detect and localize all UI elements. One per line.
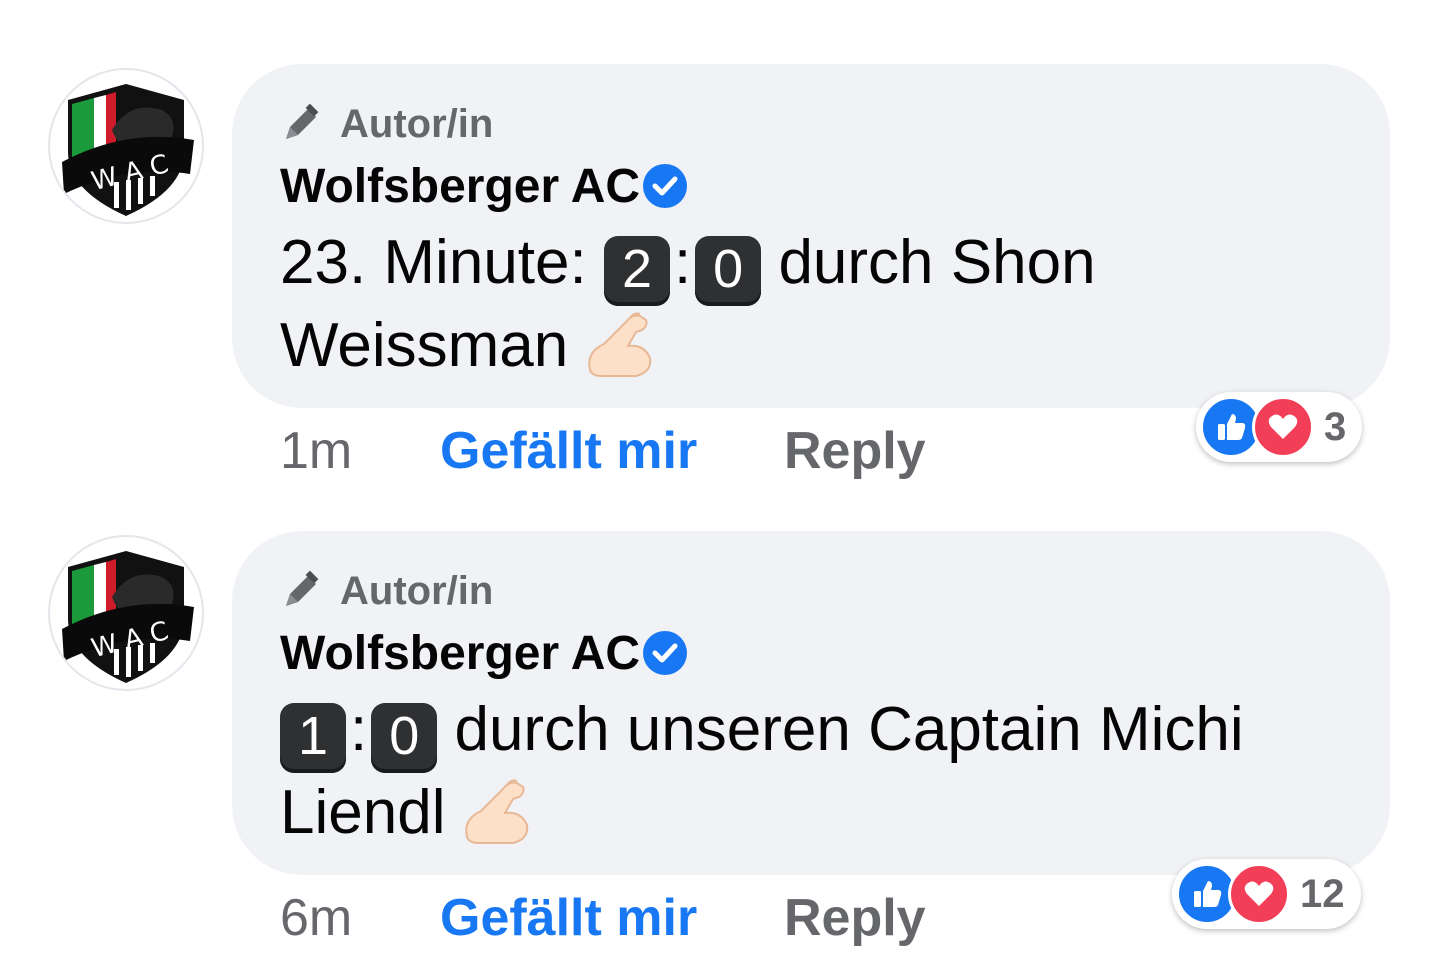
author-role: Autor/in bbox=[280, 100, 493, 148]
wac-logo-icon: W A C bbox=[62, 84, 194, 216]
reaction-count: 3 bbox=[1324, 404, 1347, 449]
comment-bubble: Autor/in Wolfsberger AC 23. Minute: 2:0 … bbox=[232, 64, 1390, 408]
comment-text: 23. Minute: 2:0 durch Shon Weissman bbox=[280, 224, 1340, 385]
score-separator: : bbox=[350, 695, 368, 764]
author-role: Autor/in bbox=[280, 567, 493, 615]
comment-actions: 6m Gefällt mir Reply bbox=[280, 885, 926, 951]
comment-text-prefix: 23. Minute: bbox=[280, 228, 587, 297]
comment-bubble: Autor/in Wolfsberger AC 1:0 durch unsere… bbox=[232, 531, 1390, 875]
author-row: Wolfsberger AC bbox=[280, 156, 690, 216]
reaction-count: 12 bbox=[1300, 871, 1345, 916]
comment-text: 1:0 durch unseren Captain Michi Liendl bbox=[280, 691, 1340, 852]
wac-logo-icon: W A C bbox=[62, 551, 194, 683]
like-button[interactable]: Gefällt mir bbox=[440, 888, 784, 948]
keycap-digit: 2 bbox=[603, 236, 670, 306]
heart-icon bbox=[1252, 396, 1314, 458]
author-name[interactable]: Wolfsberger AC bbox=[280, 626, 640, 681]
comment-text-line1: durch Shon bbox=[778, 228, 1096, 297]
keycap-digit: 0 bbox=[695, 236, 762, 306]
author-row: Wolfsberger AC bbox=[280, 623, 690, 683]
reply-button[interactable]: Reply bbox=[784, 888, 926, 948]
reply-button[interactable]: Reply bbox=[784, 421, 926, 481]
timestamp[interactable]: 6m bbox=[280, 888, 440, 948]
role-label: Autor/in bbox=[340, 568, 494, 613]
keycap-digit: 0 bbox=[371, 703, 438, 773]
flexed-biceps-emoji bbox=[459, 773, 533, 847]
pencil-icon bbox=[280, 102, 324, 146]
flexed-biceps-emoji bbox=[582, 306, 656, 380]
avatar[interactable]: W A C bbox=[48, 535, 204, 691]
comment-text-line2: Weissman bbox=[280, 311, 569, 380]
reactions-summary[interactable]: 3 bbox=[1196, 392, 1363, 462]
role-label: Autor/in bbox=[340, 101, 494, 146]
score-separator: : bbox=[673, 228, 692, 297]
author-name[interactable]: Wolfsberger AC bbox=[280, 159, 640, 214]
comment-actions: 1m Gefällt mir Reply bbox=[280, 418, 926, 484]
keycap-digit: 1 bbox=[280, 703, 346, 773]
timestamp[interactable]: 1m bbox=[280, 421, 440, 481]
pencil-icon bbox=[280, 569, 324, 613]
verified-badge-icon bbox=[642, 629, 690, 677]
like-button[interactable]: Gefällt mir bbox=[440, 421, 784, 481]
comment-text-line1: durch unseren Captain Michi bbox=[454, 695, 1244, 764]
heart-icon bbox=[1228, 863, 1290, 925]
avatar[interactable]: W A C bbox=[48, 68, 204, 224]
verified-badge-icon bbox=[642, 162, 690, 210]
comment-text-line2: Liendl bbox=[280, 778, 446, 847]
reactions-summary[interactable]: 12 bbox=[1172, 859, 1361, 929]
